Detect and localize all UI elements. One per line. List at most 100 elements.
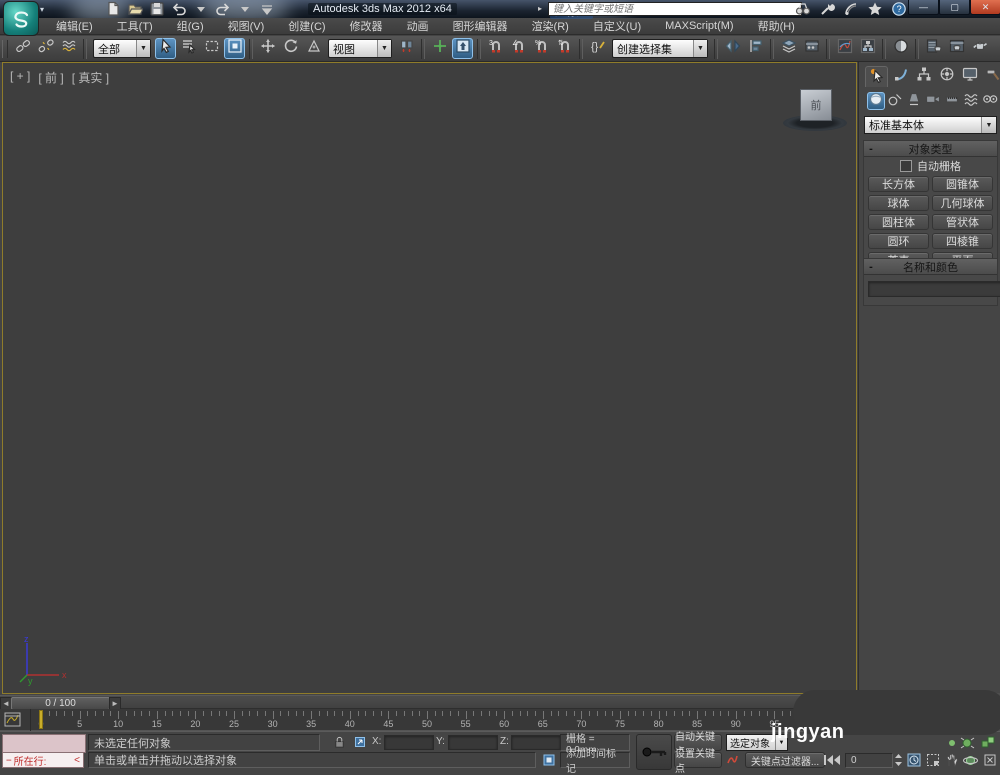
zoom-extents-button[interactable] (959, 734, 976, 750)
primitive-button-1-1[interactable]: 几何球体 (932, 195, 993, 211)
menu-item-2[interactable]: 组(G) (165, 18, 216, 34)
dropdown-arrow-icon[interactable]: ▼ (136, 40, 150, 57)
menu-item-9[interactable]: 自定义(U) (581, 18, 653, 34)
tab-motion[interactable] (936, 66, 957, 86)
macro-recorder-field[interactable] (2, 734, 86, 753)
coord-z-input[interactable] (511, 735, 561, 750)
current-frame-field[interactable]: 0 (845, 753, 893, 768)
toolbar-flyout-caret[interactable] (258, 2, 276, 17)
menu-item-5[interactable]: 修改器 (338, 18, 395, 34)
add-time-tag[interactable]: 添加时间标记 (560, 752, 630, 768)
select-and-move-button[interactable] (257, 38, 278, 59)
primitive-category-dropdown[interactable]: 标准基本体 ▼ (864, 116, 997, 134)
category-systems[interactable] (981, 92, 999, 110)
undo-icon[interactable] (170, 2, 188, 17)
app-menu-caret-icon[interactable]: ▾ (40, 5, 44, 14)
select-and-rotate-button[interactable] (280, 38, 301, 59)
material-editor-button[interactable] (890, 38, 911, 59)
coord-y-input[interactable] (448, 735, 498, 750)
redo-icon[interactable] (214, 2, 232, 17)
dropdown-caret[interactable] (192, 2, 210, 17)
menu-item-3[interactable]: 视图(V) (216, 18, 277, 34)
set-key-button[interactable]: 设置关键点 (674, 752, 722, 768)
search-input[interactable] (548, 2, 802, 16)
viewport-menu-pov[interactable]: [ 前 ] (38, 69, 63, 86)
menu-item-7[interactable]: 图形编辑器 (441, 18, 520, 34)
primitive-button-2-1[interactable]: 管状体 (932, 214, 993, 230)
dropdown-arrow-icon[interactable]: ▼ (693, 40, 707, 57)
bind-to-space-warp-button[interactable] (58, 38, 79, 59)
menu-item-4[interactable]: 创建(C) (276, 18, 337, 34)
align-button[interactable] (745, 38, 766, 59)
category-geometry[interactable] (867, 92, 885, 110)
mini-curve-editor-icon[interactable] (4, 712, 21, 732)
primitive-button-0-1[interactable]: 圆锥体 (932, 176, 993, 192)
layer-manager-button[interactable] (778, 38, 799, 59)
keyboard-shortcut-override-button[interactable] (452, 38, 473, 59)
percent-snap-toggle-button[interactable]: % (531, 38, 552, 59)
time-configuration-button[interactable] (905, 752, 922, 768)
binoculars-icon[interactable] (795, 1, 811, 22)
primitive-button-0-0[interactable]: 长方体 (868, 176, 929, 192)
snap-toggle-3d-button[interactable]: 3 (485, 38, 506, 59)
use-pivot-point-center-button[interactable] (396, 38, 417, 59)
menu-item-10[interactable]: MAXScript(M) (653, 20, 745, 32)
collapse-icon[interactable]: - (864, 261, 878, 273)
communication-icon[interactable] (843, 1, 859, 22)
category-cameras[interactable] (924, 92, 942, 110)
viewport-menu-shading[interactable]: [ 真实 ] (72, 69, 109, 86)
orbit-button[interactable] (962, 752, 979, 768)
maximize-viewport-toggle[interactable] (981, 752, 998, 768)
category-helpers[interactable] (943, 92, 961, 110)
frame-spinner[interactable] (893, 752, 903, 768)
selection-lock-toggle[interactable] (331, 734, 348, 750)
select-and-manipulate-button[interactable] (429, 38, 450, 59)
select-by-name-button[interactable] (178, 38, 199, 59)
pan-hand-button[interactable] (943, 752, 960, 768)
unlink-selection-button[interactable] (35, 38, 56, 59)
category-shapes[interactable] (886, 92, 904, 110)
schematic-view-button[interactable] (857, 38, 878, 59)
current-frame-marker[interactable] (39, 710, 43, 729)
go-to-start-button[interactable] (822, 752, 842, 768)
menu-item-1[interactable]: 工具(T) (105, 18, 165, 34)
primitive-button-3-0[interactable]: 圆环 (868, 233, 929, 249)
tab-modify[interactable] (890, 66, 911, 86)
dropdown-arrow-icon[interactable]: ▼ (377, 40, 391, 57)
maxscript-mini-listener[interactable]: -- 所在行: < (2, 752, 84, 768)
absolute-mode-toggle[interactable] (351, 734, 368, 750)
primitive-button-1-0[interactable]: 球体 (868, 195, 929, 211)
window-crossing-toggle-button[interactable] (224, 38, 245, 59)
render-production-button[interactable] (969, 38, 990, 59)
region-zoom-button[interactable] (924, 752, 941, 768)
new-file-icon[interactable] (104, 2, 122, 17)
key-filters-button[interactable]: 关键点过滤器... (745, 752, 825, 768)
menu-item-0[interactable]: 编辑(E) (44, 18, 105, 34)
named-selection-dropdown[interactable]: 创建选择集▼ (612, 39, 708, 58)
collapse-icon[interactable]: - (864, 143, 878, 155)
category-space-warps[interactable] (962, 92, 980, 110)
dropdown-caret[interactable] (236, 2, 254, 17)
select-and-link-button[interactable] (12, 38, 33, 59)
selection-filter-dropdown[interactable]: 全部▼ (93, 39, 151, 58)
viewport-front[interactable]: [ + ] [ 前 ] [ 真实 ] 前 z x y (2, 62, 857, 694)
key-mode-curve-icon[interactable] (726, 752, 742, 768)
reference-coordinate-dropdown[interactable]: 视图▼ (328, 39, 392, 58)
autogrid-checkbox[interactable] (900, 160, 912, 172)
angle-snap-toggle-button[interactable]: ∠ (508, 38, 529, 59)
select-object-button[interactable] (155, 38, 176, 59)
object-name-input[interactable] (868, 281, 1000, 297)
time-tag-toggle[interactable] (540, 752, 557, 768)
mirror-button[interactable] (722, 38, 743, 59)
rendered-frame-window-button[interactable] (946, 38, 967, 59)
toolbar-grip[interactable] (2, 40, 8, 58)
edit-named-selection-sets-button[interactable]: {} (587, 38, 608, 59)
search-flyout-icon[interactable]: ▸ (538, 4, 542, 13)
set-keys-button[interactable] (636, 734, 672, 770)
wrench-icon[interactable] (819, 1, 835, 22)
category-lights[interactable] (905, 92, 923, 110)
star-icon[interactable] (867, 1, 883, 22)
primitive-button-3-1[interactable]: 四棱锥 (932, 233, 993, 249)
menu-item-8[interactable]: 渲染(R) (520, 18, 581, 34)
curve-editor-button[interactable] (834, 38, 855, 59)
